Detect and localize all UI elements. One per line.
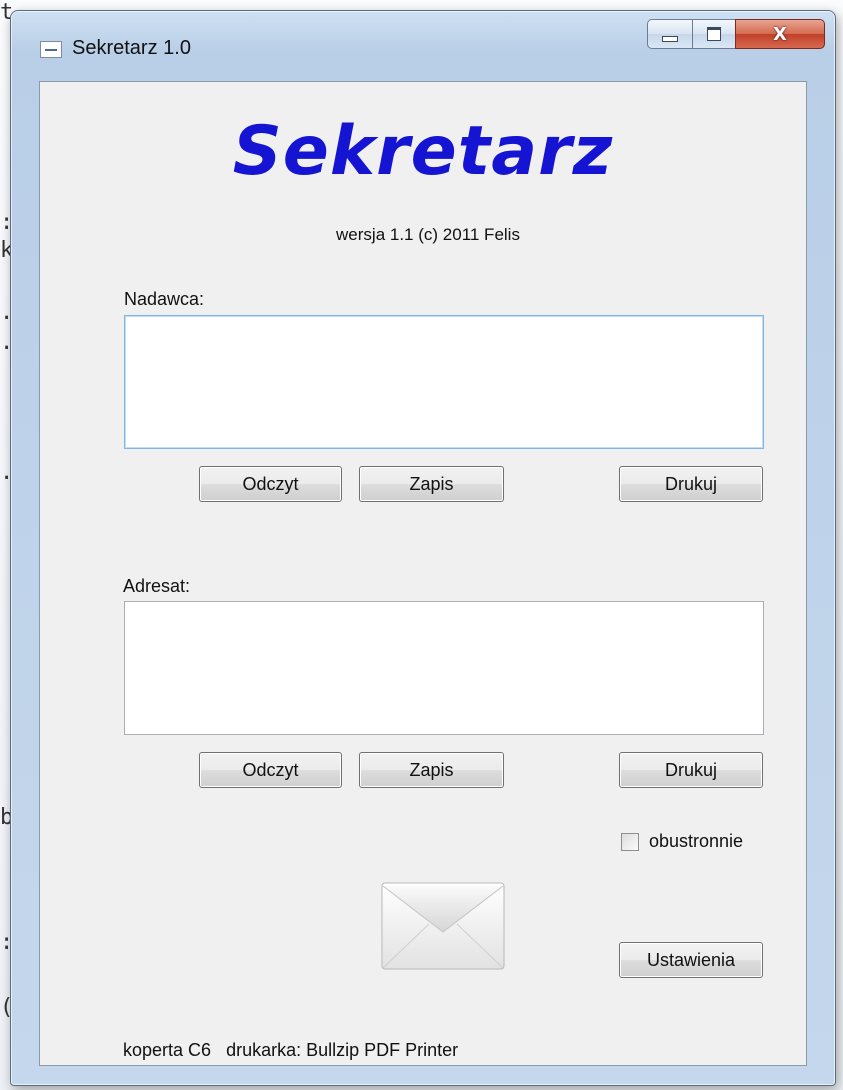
duplex-checkbox[interactable] [621,832,639,851]
sender-print-button[interactable]: Drukuj [619,466,763,502]
status-bar: koperta C6 drukarka: Bullzip PDF Printer [123,1040,458,1061]
maximize-icon [707,27,721,41]
sender-save-button[interactable]: Zapis [359,466,504,502]
minimize-icon [662,36,678,42]
envelope-size-status: koperta C6 [123,1040,212,1060]
caption-buttons: X [647,19,825,51]
sender-label: Nadawca: [124,289,205,309]
settings-button[interactable]: Ustawienia [619,942,763,978]
app-window: Sekretarz 1.0 X Sekretarz wersja 1.1 (c)… [10,10,836,1086]
version-text: wersja 1.1 (c) 2011 Felis [336,225,520,244]
recipient-label: Adresat: [123,576,191,596]
recipient-read-button[interactable]: Odczyt [199,752,342,788]
close-button[interactable]: X [735,19,825,49]
envelope-icon[interactable] [381,882,505,970]
title-bar[interactable]: Sekretarz 1.0 X [11,11,835,79]
sender-textbox[interactable] [124,315,764,449]
recipient-print-button[interactable]: Drukuj [619,752,763,788]
printer-status: drukarka: Bullzip PDF Printer [226,1040,459,1060]
app-icon[interactable] [40,41,62,58]
window-title: Sekretarz 1.0 [72,37,191,59]
recipient-save-button[interactable]: Zapis [359,752,504,788]
close-icon: X [773,23,787,45]
sender-read-button[interactable]: Odczyt [199,466,342,502]
client-area: Sekretarz wersja 1.1 (c) 2011 Felis Nada… [39,81,807,1066]
app-title: Sekretarz [232,112,614,191]
maximize-button[interactable] [692,19,736,49]
duplex-label: obustronnie [649,831,744,851]
duplex-option[interactable]: obustronnie [621,831,743,852]
recipient-textbox[interactable] [124,601,764,735]
minimize-button[interactable] [647,19,693,49]
